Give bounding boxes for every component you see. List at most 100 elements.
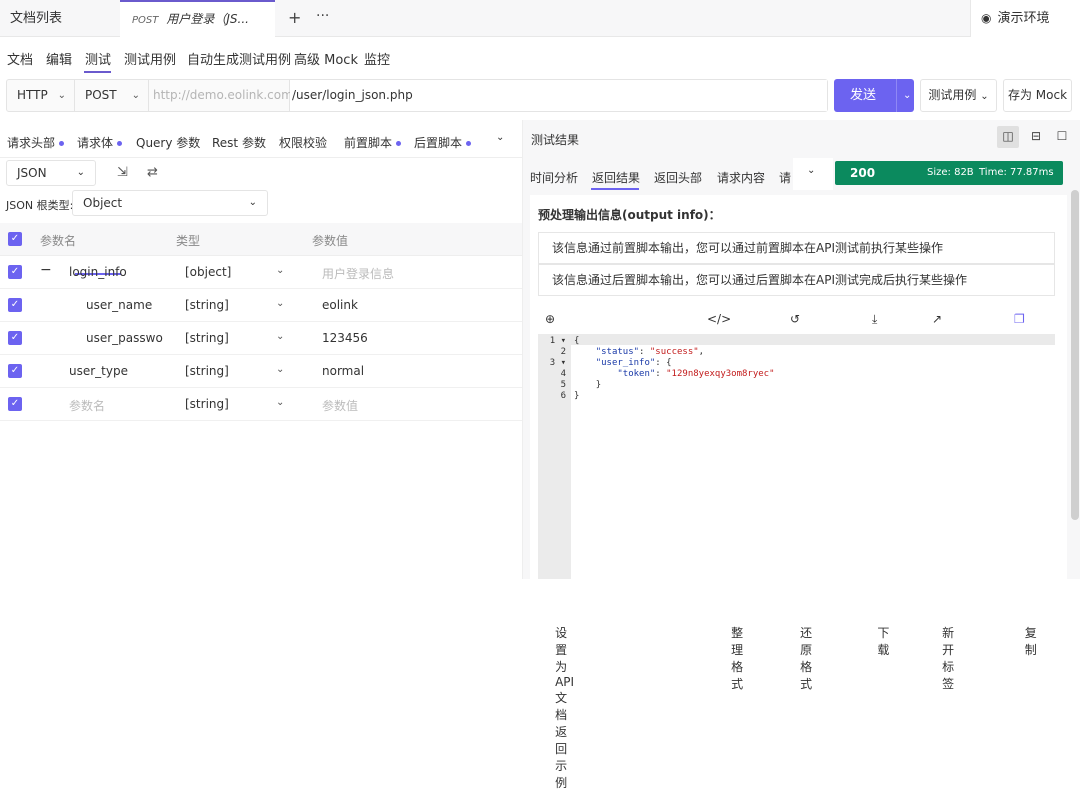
chevron-down-icon[interactable]: ⌄	[276, 364, 284, 375]
param-type[interactable]: [string]	[185, 364, 229, 378]
tab-response-headers[interactable]: 返回头部	[654, 169, 702, 186]
param-type[interactable]: [string]	[185, 298, 229, 312]
method-select[interactable]: POST ⌄	[75, 80, 149, 111]
set-example-label: 设置为 API 文档返回示例	[555, 626, 575, 790]
host-input[interactable]: http://demo.eolink.com	[149, 80, 293, 111]
sub-nav: 文档 编辑 测试 测试用例 自动生成测试用例 高级 Mock 监控	[0, 37, 1080, 75]
send-button[interactable]: 发送 ⌄	[834, 79, 914, 112]
tab-overflow-button[interactable]: ⌄	[793, 158, 833, 190]
copy-button[interactable]: ❐ 复制	[1014, 312, 1037, 657]
protocol-value: HTTP	[17, 88, 48, 102]
param-name[interactable]: 参数名	[69, 397, 105, 414]
switch-icon[interactable]: ⇄	[147, 165, 158, 180]
nav-test[interactable]: 测试	[85, 49, 111, 68]
nav-edit[interactable]: 编辑	[46, 49, 72, 68]
table-row: ✓ 参数名 [string] ⌄ 参数值	[0, 388, 522, 421]
json-root-label: JSON 根类型:	[6, 199, 74, 212]
param-value[interactable]: normal	[322, 364, 364, 378]
chevron-down-icon[interactable]: ⌄	[896, 79, 911, 112]
scrollbar[interactable]	[1071, 190, 1079, 520]
tab-docs-list[interactable]: 文档列表	[0, 0, 120, 37]
param-name[interactable]: user_name	[86, 298, 152, 312]
tab-req-headers[interactable]: 请求头部	[7, 134, 65, 151]
row-checkbox[interactable]: ✓	[8, 364, 22, 378]
tab-time-analysis[interactable]: 时间分析	[530, 169, 578, 186]
collapse-icon[interactable]: −	[40, 262, 52, 278]
tab-response[interactable]: 返回结果	[592, 169, 640, 186]
stack-view-icon[interactable]: ⊟	[1025, 126, 1047, 148]
save-mock-button[interactable]: 存为 Mock	[1003, 79, 1072, 112]
tab-auth[interactable]: 权限校验	[279, 134, 327, 151]
param-name[interactable]: user_passwo	[86, 331, 163, 345]
param-value[interactable]: 用户登录信息	[322, 265, 394, 282]
body-format-select[interactable]: JSON ⌄	[6, 160, 96, 186]
tab-pre-script[interactable]: 前置脚本	[344, 134, 402, 151]
chevron-down-icon[interactable]: ⌄	[276, 298, 284, 309]
row-checkbox[interactable]: ✓	[8, 298, 22, 312]
nav-monitor[interactable]: 监控	[364, 49, 390, 68]
table-row: ✓ user_type [string] ⌄ normal	[0, 355, 522, 388]
tab-request-content[interactable]: 请求内容	[717, 169, 765, 186]
download-button[interactable]: ⤓ 下载	[872, 312, 889, 657]
split-view-icon[interactable]: ◫	[997, 126, 1019, 148]
path-input[interactable]: /user/login_json.php	[290, 80, 827, 111]
protocol-select[interactable]: HTTP ⌄	[7, 80, 75, 111]
line-number: 6	[560, 391, 566, 401]
row-checkbox[interactable]: ✓	[8, 265, 22, 279]
param-type[interactable]: [string]	[185, 331, 229, 345]
tab-label: 请求体	[77, 136, 114, 150]
more-icon[interactable]: ···	[316, 8, 329, 24]
nav-doc[interactable]: 文档	[7, 49, 33, 68]
json-root-select[interactable]: Object ⌄	[72, 190, 268, 216]
param-value[interactable]: eolink	[322, 298, 358, 312]
status-badge: 200 Size: 82B Time: 77.87ms	[835, 161, 1063, 185]
chevron-down-icon: ⌄	[807, 165, 816, 176]
restore-button[interactable]: ↺ 还原格式	[790, 312, 812, 691]
tab-rest[interactable]: Rest 参数	[212, 134, 266, 151]
env-selector[interactable]: ◉ 演示环境	[970, 0, 1080, 37]
full-view-icon[interactable]: ☐	[1051, 126, 1073, 148]
nav-auto-cases[interactable]: 自动生成测试用例	[187, 49, 291, 68]
chevron-down-icon[interactable]: ⌄	[496, 132, 504, 143]
row-checkbox[interactable]: ✓	[8, 397, 22, 411]
chevron-down-icon[interactable]: ⌄	[276, 265, 284, 276]
row-checkbox[interactable]: ✓	[8, 331, 22, 345]
edit-icon[interactable]: ⇲	[117, 165, 128, 180]
tab-post-script[interactable]: 后置脚本	[414, 134, 472, 151]
code-line: "user_info": {	[595, 358, 672, 368]
nav-mock[interactable]: 高级 Mock	[294, 49, 358, 68]
tab-label: 前置脚本	[344, 136, 393, 150]
col-type: 类型	[176, 234, 201, 248]
download-icon: ⤓	[872, 312, 878, 326]
tab-more[interactable]: 请	[779, 169, 791, 186]
tab-method: POST	[132, 15, 159, 26]
nav-test-cases[interactable]: 测试用例	[124, 49, 176, 68]
param-type[interactable]: [string]	[185, 397, 229, 411]
code-icon: </>	[707, 312, 732, 326]
param-value[interactable]: 参数值	[322, 397, 358, 414]
code-editor[interactable]: 1 ▾ 2 3 ▾ 4 5 6 { "status": "success", "…	[538, 334, 1055, 579]
param-name[interactable]: user_type	[69, 364, 128, 378]
param-value[interactable]: 123456	[322, 331, 368, 345]
top-tab-bar: 文档列表 POST 用户登录（JS... + ··· ◉ 演示环境	[0, 0, 1080, 37]
chevron-down-icon: ⌄	[57, 90, 66, 101]
tab-req-body[interactable]: 请求体	[77, 134, 123, 151]
add-tab-icon[interactable]: +	[288, 8, 301, 27]
tab-query[interactable]: Query 参数	[136, 134, 200, 151]
param-type[interactable]: [object]	[185, 265, 231, 279]
copy-label: 复制	[1024, 626, 1037, 657]
new-tab-button[interactable]: ↗ 新开标签	[932, 312, 954, 691]
test-cases-button[interactable]: 测试用例 ⌄	[920, 79, 997, 112]
code-line: }	[595, 380, 602, 390]
nav-active-indicator	[84, 71, 111, 73]
select-all-checkbox[interactable]: ✓	[8, 232, 22, 246]
status-code: 200	[850, 166, 876, 180]
chevron-down-icon[interactable]: ⌄	[276, 331, 284, 342]
pre-script-note: 该信息通过前置脚本输出，您可以通过前置脚本在API测试前执行某些操作	[538, 232, 1055, 264]
tab-user-login[interactable]: POST 用户登录（JS...	[120, 0, 275, 37]
format-button[interactable]: </> 整理格式	[707, 312, 743, 691]
param-name[interactable]: login_info	[69, 265, 127, 279]
eye-icon: ◉	[981, 11, 992, 25]
chevron-down-icon[interactable]: ⌄	[276, 397, 284, 408]
set-example-button[interactable]: ⊕ 设置为 API 文档返回示例	[545, 312, 574, 790]
